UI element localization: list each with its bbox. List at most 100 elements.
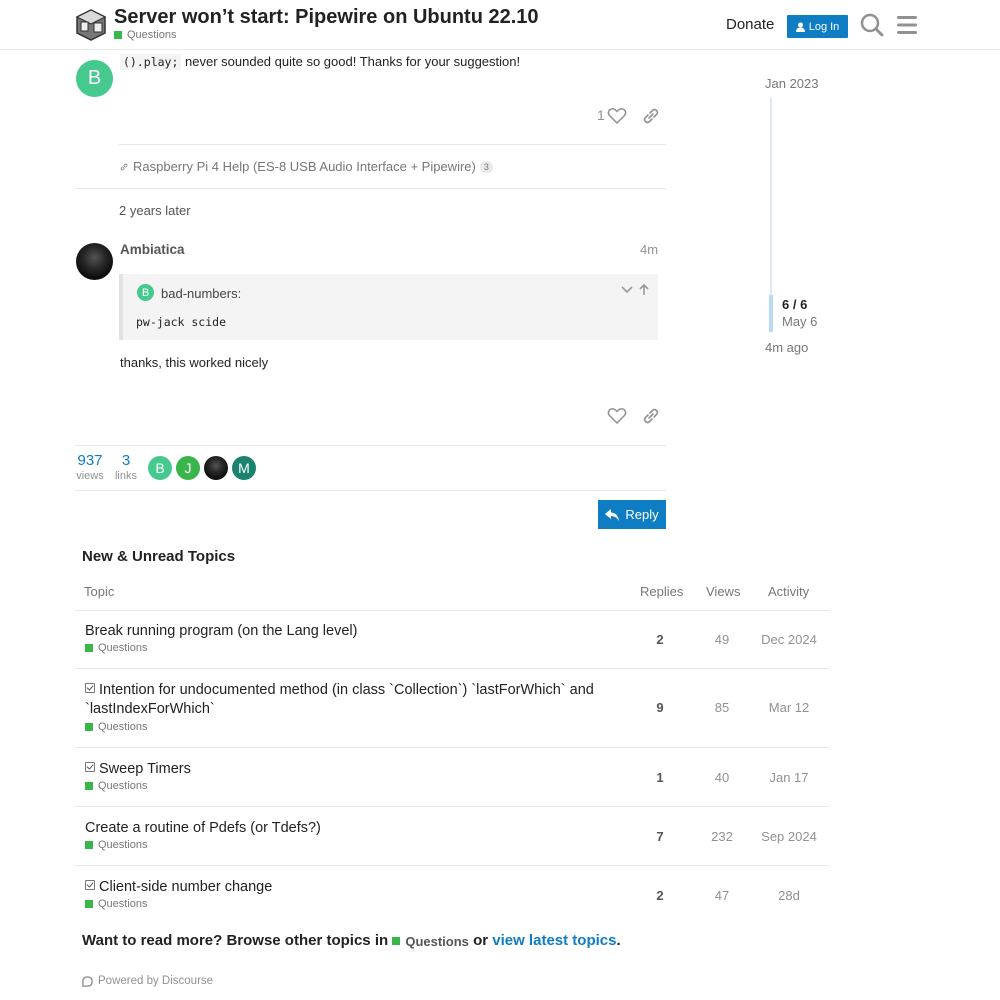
login-label: Log In [808,20,840,33]
participant-avatar[interactable]: M [232,456,256,480]
topic-title-link[interactable]: Break running program (on the Lang level… [85,622,357,641]
topic-title-link[interactable]: Sweep Timers [85,760,191,779]
category-badge[interactable]: Questions [85,898,148,910]
site-logo[interactable] [76,9,106,41]
table-row[interactable]: Sweep Timers Questions 1 40 Jan 17 [75,747,830,806]
timeline-start-date[interactable]: Jan 2023 [765,76,819,91]
linked-topic-title: Raspberry Pi 4 Help (ES-8 USB Audio Inte… [133,159,476,174]
participant-letter: J [184,460,192,476]
category-label: Questions [98,780,148,792]
replies-count: 2 [656,888,664,903]
read-more-message: Want to read more? Browse other topics i… [82,932,621,949]
donate-link[interactable]: Donate [726,16,774,33]
linked-topic-count: 3 [479,160,493,173]
category-badge[interactable]: Questions [85,721,148,733]
powered-by-discourse[interactable]: Powered by Discourse [82,975,213,987]
table-row[interactable]: Client-side number change Questions 2 47… [75,865,830,923]
divider [75,445,666,446]
participant-avatar[interactable]: B [148,456,172,480]
heart-icon[interactable] [606,405,628,427]
column-header-activity: Activity [768,584,810,599]
link-icon[interactable] [640,405,662,427]
quote-avatar-letter: B [141,286,150,299]
arrow-up-icon[interactable] [637,283,651,297]
activity-date[interactable]: Sep 2024 [754,829,824,844]
post-text: thanks, this worked nicely [120,355,269,370]
topic-title-link[interactable]: Client-side number change [85,878,272,897]
powered-label: Powered by Discourse [98,975,214,987]
replies-count: 1 [656,770,664,785]
read-more-prefix: Want to read more? Browse other topics i… [82,932,389,949]
post-text: never sounded quite so good! Thanks for … [185,54,521,69]
activity-date[interactable]: Mar 12 [754,700,824,715]
column-header-topic: Topic [84,584,115,599]
timeline-end-date[interactable]: 4m ago [765,340,808,355]
heart-icon[interactable] [606,105,628,127]
avatar: B [137,284,154,301]
category-badge[interactable]: Questions [85,839,148,851]
participant-avatar[interactable]: J [176,456,200,480]
latest-topics-link[interactable]: view latest topics [492,932,616,949]
quote-author: bad-numbers: [161,286,242,301]
timeline-handle[interactable] [769,295,773,332]
post-time[interactable]: 4m [640,242,658,257]
link-icon [120,163,128,170]
quote-block: B bad-numbers: pw-jack scide [119,274,658,340]
linked-topic[interactable]: Raspberry Pi 4 Help (ES-8 USB Audio Inte… [119,159,493,174]
closed-icon [85,683,95,693]
timeline-date: May 6 [782,314,818,329]
reply-label: Reply [625,507,659,522]
category-label: Questions [127,29,177,41]
category-badge[interactable]: Questions [85,642,148,654]
activity-date[interactable]: 28d [754,888,824,903]
replies-count: 7 [656,829,664,844]
views-count: 232 [711,829,733,844]
table-row[interactable]: Break running program (on the Lang level… [75,610,830,668]
category-color-square [85,841,93,849]
category-color-square [114,31,122,39]
hamburger-menu-icon[interactable] [895,13,919,37]
views-count: 49 [714,632,730,647]
link-icon[interactable] [640,105,662,127]
like-count: 1 [597,107,605,123]
topic-title-link[interactable]: Create a routine of Pdefs (or Tdefs?) [85,819,321,838]
views-count: 937 [77,452,103,469]
views-label: views [76,470,104,482]
reply-button[interactable]: Reply [598,500,666,529]
suggested-topics-title: New & Unread Topics [82,548,236,565]
category-label: Questions [98,642,148,654]
views-count: 40 [714,770,730,785]
topic-title-link[interactable]: Intention for undocumented method (in cl… [85,681,615,719]
category-color-square [85,723,93,731]
replies-count: 9 [656,700,664,715]
category-label: Questions [98,898,148,910]
category-color-square [85,782,93,790]
participant-letter: M [238,460,250,476]
closed-icon [85,880,95,890]
avatar-letter: B [87,67,102,89]
participant-avatar[interactable] [204,456,228,480]
category-label: Questions [405,933,469,949]
column-header-replies: Replies [640,584,684,599]
closed-icon [85,762,95,772]
topic-title[interactable]: Server won’t start: Pipewire on Ubuntu 2… [114,6,539,29]
login-button[interactable]: Log In [787,15,848,38]
category-badge[interactable]: Questions [392,934,469,949]
avatar[interactable]: B [76,60,113,97]
category-color-square [85,900,93,908]
search-icon[interactable] [860,13,884,37]
avatar[interactable] [76,243,113,280]
activity-date[interactable]: Jan 17 [754,770,824,785]
table-row[interactable]: Create a routine of Pdefs (or Tdefs?) Qu… [75,806,830,865]
table-row[interactable]: Intention for undocumented method (in cl… [75,668,830,747]
chevron-down-icon[interactable] [620,283,634,297]
topic-title-text: Sweep Timers [99,761,191,777]
activity-date[interactable]: Dec 2024 [754,632,824,647]
links-count[interactable]: 3 [113,452,139,469]
category-badge[interactable]: Questions [85,780,148,792]
divider [75,188,666,189]
replies-count: 2 [656,632,664,647]
category-badge[interactable]: Questions [114,29,177,41]
timeline-position: 6 / 6 [782,297,808,312]
post-author[interactable]: Ambiatica [120,242,185,257]
